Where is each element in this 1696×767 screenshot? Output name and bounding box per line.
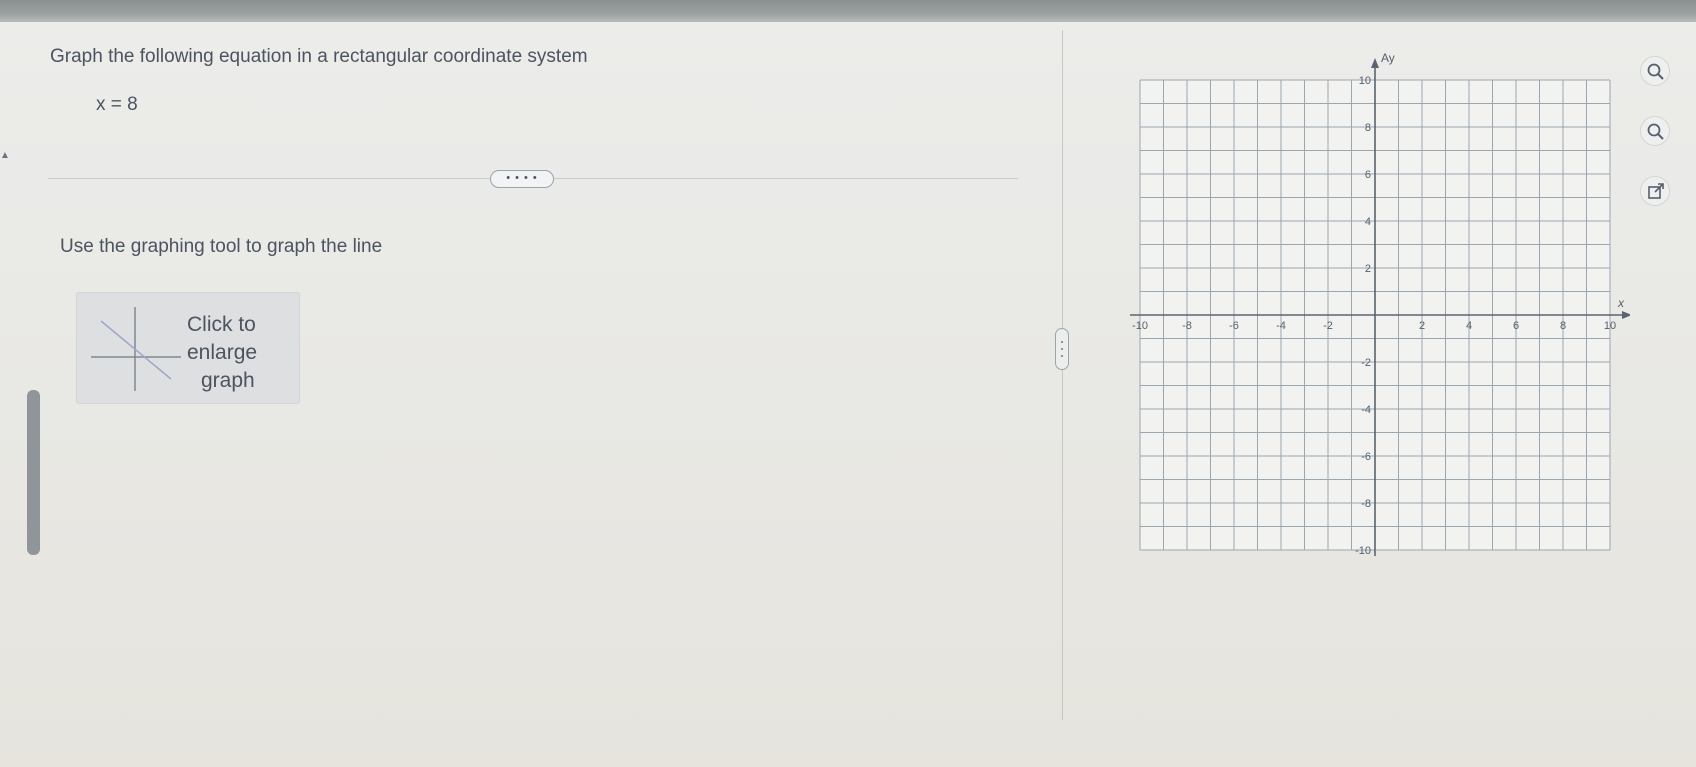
y-tick-label: -6: [1361, 451, 1371, 463]
y-tick-label: 2: [1365, 263, 1371, 275]
handle-dot: [1061, 355, 1063, 357]
x-tick-label: 4: [1466, 320, 1472, 332]
x-tick-label: -8: [1182, 320, 1192, 332]
expand-button[interactable]: • • • •: [490, 170, 554, 188]
y-axis-arrow: [1371, 58, 1379, 68]
popout-icon: [1648, 183, 1664, 199]
question-pane: Graph the following equation in a rectan…: [0, 22, 1062, 767]
equation-text: x = 8: [96, 94, 138, 115]
graph-thumbnail-icon: [91, 307, 181, 391]
caret-up-icon: ▲: [0, 150, 10, 161]
x-tick-label: -10: [1132, 320, 1148, 332]
pane-divider: [1062, 30, 1063, 720]
enlarge-label-line-2: enlarge: [187, 341, 258, 364]
x-tick-label: 2: [1419, 320, 1425, 332]
x-tick-label: -4: [1276, 320, 1286, 332]
y-tick-label: 8: [1365, 122, 1371, 134]
scrollbar-thumb[interactable]: [27, 390, 40, 555]
y-tick-label: -10: [1355, 545, 1371, 557]
pane-resize-handle[interactable]: [1055, 328, 1069, 370]
x-tick-label: -6: [1229, 320, 1239, 332]
zoom-in-icon: [1647, 63, 1664, 80]
browser-top-bar: [0, 0, 1696, 22]
y-tick-label: 4: [1365, 216, 1371, 228]
handle-dot: [1061, 341, 1063, 343]
zoom-in-button[interactable]: [1640, 56, 1670, 86]
y-tick-label: -4: [1361, 404, 1371, 416]
x-tick-label: 6: [1513, 320, 1519, 332]
y-tick-label: -8: [1361, 498, 1371, 510]
question-text: Graph the following equation in a rectan…: [50, 46, 588, 67]
zoom-out-icon: [1647, 123, 1664, 140]
y-tick-label: 10: [1359, 75, 1371, 87]
enlarge-label-line-3: graph: [201, 369, 255, 392]
x-axis-label: x: [1617, 296, 1625, 310]
enlarge-graph-button[interactable]: Click to enlarge graph: [76, 292, 300, 404]
y-axis-label: Ay: [1381, 51, 1395, 65]
y-tick-label: -2: [1361, 357, 1371, 369]
x-tick-label: -2: [1323, 320, 1333, 332]
x-axis-arrow: [1622, 311, 1630, 319]
enlarge-graph-label: Click to enlarge graph: [187, 311, 297, 395]
coordinate-graph[interactable]: Ay x -10 -8 -6 -4 -2 2 4 6 8 10 10 8 6 4 2 -2 -4 -6 -8 -10: [1110, 40, 1630, 600]
zoom-out-button[interactable]: [1640, 116, 1670, 146]
instruction-text: Use the graphing tool to graph the line: [60, 236, 383, 257]
y-tick-label: 6: [1365, 169, 1371, 181]
x-tick-label: 10: [1604, 320, 1616, 332]
enlarge-label-line-1: Click to: [187, 313, 256, 336]
handle-dot: [1061, 348, 1063, 350]
popout-button[interactable]: [1640, 176, 1670, 206]
x-tick-label: 8: [1560, 320, 1566, 332]
